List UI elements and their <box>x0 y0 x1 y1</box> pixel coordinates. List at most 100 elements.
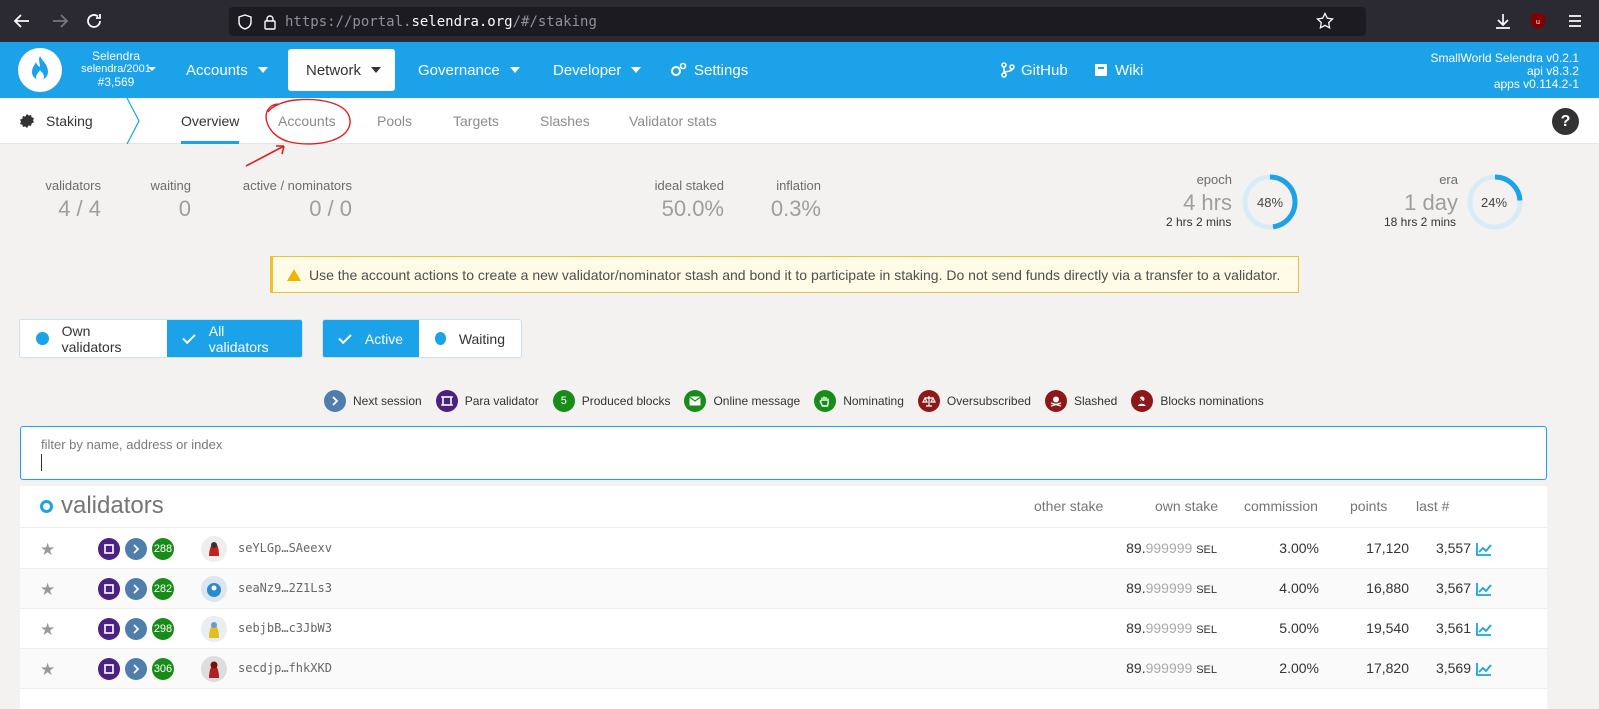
validator-filter-input[interactable]: filter by name, address or index <box>20 426 1547 480</box>
own-stake: 89.999999 SEL <box>1126 620 1217 636</box>
validator-address[interactable]: seYLGp…SAeexv <box>238 541 332 555</box>
menu-settings[interactable]: Settings <box>670 49 748 91</box>
selendra-logo[interactable] <box>18 48 62 92</box>
avatar <box>201 616 227 642</box>
table-row[interactable]: ★ 306 secdjp…fhkXKD 89.999999 SEL 2.00% … <box>20 649 1547 689</box>
favorite-star-icon[interactable]: ★ <box>40 620 55 640</box>
menu-network[interactable]: Network <box>288 49 395 91</box>
legend-para-validator: Para validator <box>435 390 539 412</box>
last-block-value: 3,569 <box>1435 660 1471 676</box>
own-stake: 89.999999 SEL <box>1126 540 1217 556</box>
active-toggle[interactable]: Active <box>323 320 419 357</box>
lock-icon[interactable] <box>263 14 277 30</box>
tab-slashes[interactable]: Slashes <box>540 98 590 144</box>
reload-button[interactable] <box>82 9 106 33</box>
epoch-remaining: 2 hrs 2 mins <box>1166 215 1232 229</box>
count-badge: 5 <box>552 390 575 412</box>
summary-active-nominators: active / nominators 0 / 0 <box>236 178 352 222</box>
forward-button[interactable] <box>48 9 72 33</box>
stake-unit: SEL <box>1196 544 1217 556</box>
validator-address[interactable]: seaNz9…2Z1Ls3 <box>238 581 332 595</box>
stake-decimals: 999999 <box>1145 660 1193 676</box>
summary-era: era 1 day <box>1380 172 1458 216</box>
stat-value: 4 / 4 <box>58 196 101 221</box>
back-button[interactable] <box>10 9 34 33</box>
summary-ideal-staked: ideal staked 50.0% <box>650 178 724 222</box>
chart-line-icon[interactable] <box>1476 582 1492 596</box>
github-link[interactable]: GitHub <box>1001 49 1068 91</box>
validator-address[interactable]: sebjbB…c3JbW3 <box>238 621 332 635</box>
app-header: Selendra selendra/2001 #3,569 Accounts N… <box>0 42 1599 98</box>
table-row[interactable]: ★ 282 seaNz9…2Z1Ls3 89.999999 SEL 4.00% … <box>20 569 1547 609</box>
validator-status-toggle: Active Waiting <box>322 319 522 358</box>
legend-label: Online message <box>713 394 801 408</box>
last-block-value: 3,557 <box>1435 540 1471 556</box>
text-cursor <box>41 454 42 471</box>
column-header-last-block[interactable]: last # <box>1416 498 1449 514</box>
own-validators-toggle[interactable]: Own validators <box>20 320 167 357</box>
column-header-other-stake[interactable]: other stake <box>1034 498 1103 514</box>
summary-epoch: epoch 4 hrs <box>1140 172 1232 216</box>
commission-value: 4.00% <box>1279 580 1319 596</box>
bookmark-star-icon[interactable] <box>1316 12 1334 30</box>
column-header-own-stake[interactable]: own stake <box>1155 498 1218 514</box>
tab-pools[interactable]: Pools <box>377 98 412 144</box>
column-header-commission[interactable]: commission <box>1244 498 1318 514</box>
validator-address[interactable]: secdjp…fhkXKD <box>238 661 332 675</box>
para-validator-icon <box>98 538 120 560</box>
menu-settings-label: Settings <box>694 61 749 79</box>
own-stake: 89.999999 SEL <box>1126 580 1217 596</box>
staking-warning: Use the account actions to create a new … <box>270 256 1299 293</box>
url-path: /#/staking <box>512 13 597 30</box>
stat-label: inflation <box>776 178 821 193</box>
shield-icon[interactable] <box>237 13 253 30</box>
legend-label: Produced blocks <box>581 394 671 408</box>
toggle-label: Waiting <box>458 330 505 347</box>
hamburger-menu-icon <box>1569 15 1581 27</box>
stat-label: era <box>1439 172 1458 187</box>
browser-menu-button[interactable] <box>1563 9 1587 33</box>
summary-validators: validators 4 / 4 <box>43 178 101 222</box>
favorite-star-icon[interactable]: ★ <box>40 660 55 680</box>
column-header-points[interactable]: points <box>1350 498 1387 514</box>
ublock-extension-button[interactable]: u <box>1526 9 1550 33</box>
next-session-icon <box>125 618 147 640</box>
menu-accounts[interactable]: Accounts <box>186 49 268 91</box>
menu-governance[interactable]: Governance <box>418 49 520 91</box>
downloads-button[interactable] <box>1491 9 1515 33</box>
legend-slashed: Slashed <box>1044 390 1118 412</box>
radio-dot-icon <box>36 332 49 345</box>
tab-slashes-label: Slashes <box>540 113 590 129</box>
tab-overview[interactable]: Overview <box>181 98 240 144</box>
table-row[interactable]: ★ 298 sebjbB…c3JbW3 89.999999 SEL 5.00% … <box>20 609 1547 649</box>
help-button[interactable]: ? <box>1552 108 1579 135</box>
chart-line-icon[interactable] <box>1476 662 1492 676</box>
points-value: 17,820 <box>1366 660 1409 676</box>
waiting-toggle[interactable]: Waiting <box>419 320 521 357</box>
all-validators-toggle[interactable]: All validators <box>167 320 302 357</box>
status-legend: Next session Para validator 5 Produced b… <box>324 390 1278 412</box>
status-dot-icon <box>40 499 53 513</box>
chart-line-icon[interactable] <box>1476 542 1492 556</box>
url-domain: selendra.org <box>411 13 513 30</box>
envelope-icon <box>684 390 707 412</box>
address-bar[interactable]: https://portal.selendra.org/#/staking <box>229 7 1366 36</box>
legend-label: Slashed <box>1073 394 1118 408</box>
validators-table: validators other stake own stake commiss… <box>20 486 1547 709</box>
chevron-right-icon <box>324 390 346 412</box>
tab-validator-stats[interactable]: Validator stats <box>629 98 717 144</box>
legend-oversubscribed: Oversubscribed <box>917 390 1031 412</box>
stake-unit: SEL <box>1196 624 1217 636</box>
commission-value: 2.00% <box>1279 660 1319 676</box>
menu-developer[interactable]: Developer <box>553 49 642 91</box>
stat-value: 0 / 0 <box>309 196 352 221</box>
wiki-link[interactable]: Wiki <box>1094 49 1143 91</box>
chevron-down-icon[interactable] <box>147 64 157 74</box>
table-row[interactable]: ★ 288 seYLGp…SAeexv 89.999999 SEL 3.00% … <box>20 529 1547 569</box>
favorite-star-icon[interactable]: ★ <box>40 540 55 560</box>
tab-targets[interactable]: Targets <box>453 98 499 144</box>
favorite-star-icon[interactable]: ★ <box>40 580 55 600</box>
tab-overview-label: Overview <box>181 113 240 129</box>
stake-integer: 89. <box>1126 540 1146 556</box>
chart-line-icon[interactable] <box>1476 622 1492 636</box>
